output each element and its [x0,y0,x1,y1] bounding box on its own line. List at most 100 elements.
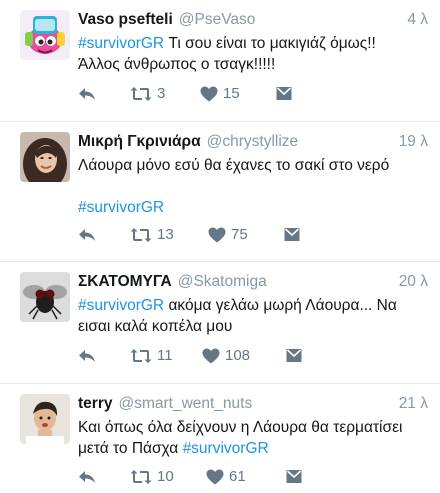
retweet-count: 11 [157,347,173,364]
tweet-text-line: #survivorGR ακόμα γελάω μωρή Λάουρα... Ν… [78,295,428,316]
tweet-text-line: #survivorGR Τι σου είναι το μακιγιάζ όμω… [78,33,428,54]
retweet-button[interactable]: 13 [130,226,208,243]
retweet-button[interactable]: 11 [130,347,202,364]
avatar-photo-image [20,394,70,444]
direct-message-button[interactable] [286,469,302,484]
tweet-header: Vaso psefteli @PseVaso 4 λ [78,10,428,30]
tweet-text: #survivorGR Τι σου είναι το μακιγιάζ όμω… [78,33,428,75]
retweet-count: 10 [157,468,174,485]
hashtag-link[interactable]: #survivorGR [183,440,269,457]
display-name[interactable]: Μικρή Γκρινιάρα [78,132,201,152]
direct-message-icon [276,87,292,100]
username[interactable]: @chrystyllize [207,132,299,152]
avatar-cartoon-image [20,10,70,60]
display-name[interactable]: terry [78,394,112,414]
tweet-text: Λάουρα μόνο εσύ θα έχανες το σακί στο νε… [78,155,428,218]
like-count: 75 [231,226,248,243]
tweet-actions: 10 61 [78,468,302,485]
hashtag-link[interactable]: #survivorGR [78,199,164,216]
text-segment: μετά το Πάσχα [78,440,183,457]
retweet-count: 13 [157,226,174,243]
text-segment: Τι σου είναι το μακιγιάζ όμως!! [164,35,376,52]
reply-button[interactable] [78,227,130,243]
like-count: 108 [225,347,251,364]
like-button[interactable]: 15 [200,85,276,102]
tweet-text-line: #survivorGR [78,197,428,218]
heart-icon [202,348,220,363]
tweet-actions: 3 15 [78,85,292,102]
tweet-text-line: Άλλος άνθρωπος ο τσαγκ!!!!! [78,54,428,75]
reply-icon [79,228,95,241]
tweet[interactable]: Vaso psefteli @PseVaso 4 λ #survivorGR Τ… [0,0,440,122]
avatar[interactable] [20,10,70,60]
tweet-header: Μικρή Γκρινιάρα @chrystyllize 19 λ [78,132,428,152]
direct-message-icon [286,470,302,483]
timestamp[interactable]: 4 λ [399,10,428,30]
retweet-icon [130,348,152,363]
like-count: 61 [229,468,246,485]
like-button[interactable]: 61 [206,468,286,485]
text-segment: Άλλος άνθρωπος ο τσαγκ!!!!! [78,56,276,73]
tweet-content: Vaso psefteli @PseVaso 4 λ #survivorGR Τ… [78,10,428,75]
heart-icon [208,227,226,242]
display-name[interactable]: ΣΚΑΤΟΜΥΓΑ [78,272,172,292]
tweet-actions: 13 75 [78,226,300,243]
hashtag-link[interactable]: #survivorGR [78,297,164,314]
tweet-header: terry @smart_went_nuts 21 λ [78,394,428,414]
tweet-actions: 11 108 [78,347,302,364]
avatar[interactable] [20,272,70,322]
tweet-text-line: εισαι καλά κοπέλα μου [78,316,428,337]
hashtag-link[interactable]: #survivorGR [78,35,164,52]
tweet[interactable]: Μικρή Γκρινιάρα @chrystyllize 19 λ Λάουρ… [0,122,440,262]
reply-button[interactable] [78,86,130,102]
tweet-text: Και όπως όλα δείχνουν η Λάουρα θα τερματ… [78,417,428,459]
like-button[interactable]: 75 [208,226,284,243]
direct-message-button[interactable] [276,86,292,101]
username[interactable]: @Skatomiga [178,272,267,292]
direct-message-button[interactable] [286,348,302,363]
tweet-text-line: Λάουρα μόνο εσύ θα έχανες το σακί στο νε… [78,155,428,176]
like-button[interactable]: 108 [202,347,286,364]
avatar[interactable] [20,132,70,182]
reply-icon [79,87,95,100]
retweet-icon [130,86,152,101]
text-segment: Και όπως όλα δείχνουν η Λάουρα θα τερματ… [78,419,403,436]
text-segment: εισαι καλά κοπέλα μου [78,318,233,335]
tweet[interactable]: terry @smart_went_nuts 21 λ Και όπως όλα… [0,384,440,493]
text-segment: Λάουρα μόνο εσύ θα έχανες το σακί στο νε… [78,157,390,174]
reply-icon [79,470,95,483]
direct-message-button[interactable] [284,227,300,242]
avatar-photo-image [20,132,70,182]
timestamp[interactable]: 20 λ [391,272,428,292]
text-segment: ακόμα γελάω μωρή Λάουρα... Να [164,297,397,314]
tweet-text-line: μετά το Πάσχα #survivorGR [78,438,428,459]
username[interactable]: @PseVaso [179,10,256,30]
like-count: 15 [223,85,240,102]
username[interactable]: @smart_went_nuts [118,394,252,414]
timestamp[interactable]: 19 λ [391,132,428,152]
tweet-text: #survivorGR ακόμα γελάω μωρή Λάουρα... Ν… [78,295,428,337]
tweet-feed: Vaso psefteli @PseVaso 4 λ #survivorGR Τ… [0,0,440,493]
reply-icon [79,349,95,362]
tweet-header: ΣΚΑΤΟΜΥΓΑ @Skatomiga 20 λ [78,272,428,292]
retweet-count: 3 [157,85,166,102]
retweet-button[interactable]: 3 [130,85,200,102]
direct-message-icon [286,349,302,362]
tweet-text-line: Και όπως όλα δείχνουν η Λάουρα θα τερματ… [78,417,428,438]
reply-button[interactable] [78,348,130,364]
heart-icon [200,86,218,101]
tweet-content: terry @smart_went_nuts 21 λ Και όπως όλα… [78,394,428,459]
tweet-content: ΣΚΑΤΟΜΥΓΑ @Skatomiga 20 λ #survivorGR ακ… [78,272,428,337]
avatar-fly-image [20,272,70,322]
direct-message-icon [284,228,300,241]
tweet[interactable]: ΣΚΑΤΟΜΥΓΑ @Skatomiga 20 λ #survivorGR ακ… [0,262,440,384]
reply-button[interactable] [78,469,130,485]
tweet-content: Μικρή Γκρινιάρα @chrystyllize 19 λ Λάουρ… [78,132,428,218]
timestamp[interactable]: 21 λ [391,394,428,414]
avatar[interactable] [20,394,70,444]
retweet-icon [130,469,152,484]
display-name[interactable]: Vaso psefteli [78,10,173,30]
heart-icon [206,469,224,484]
retweet-button[interactable]: 10 [130,468,206,485]
